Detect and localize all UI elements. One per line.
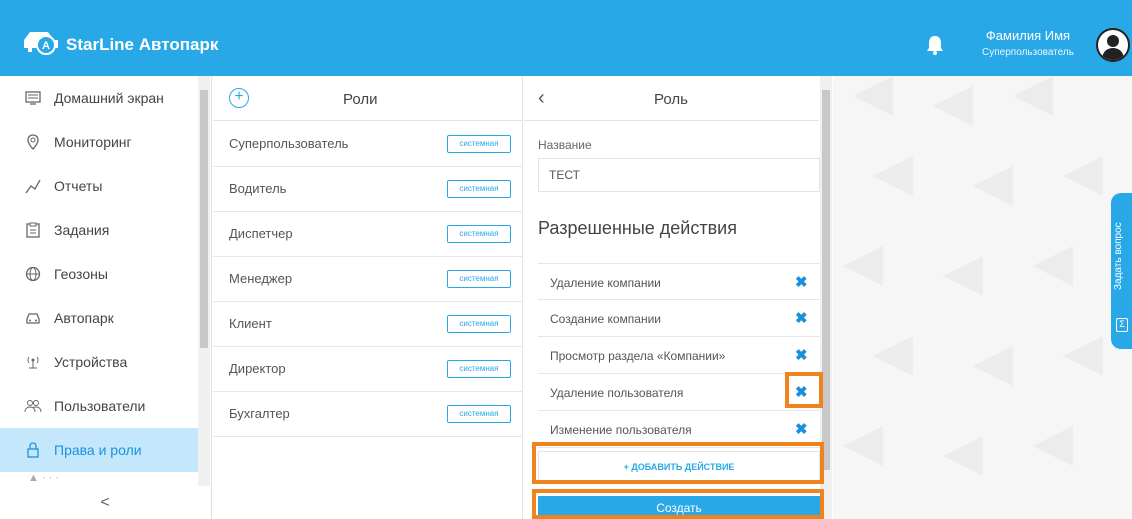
role-row[interactable]: Суперпользователь системная xyxy=(213,122,523,167)
sidebar-item-geozones[interactable]: Геозоны xyxy=(0,252,198,296)
role-row[interactable]: Бухгалтер системная xyxy=(213,392,523,437)
role-name-label: Название xyxy=(538,138,592,152)
user-role: Суперпользователь xyxy=(982,47,1074,58)
remove-permission-icon[interactable]: ✖ xyxy=(795,346,808,364)
role-row[interactable]: Диспетчер системная xyxy=(213,212,523,257)
system-badge: системная xyxy=(447,180,511,198)
add-role-icon[interactable]: + xyxy=(229,88,249,108)
permissions-heading: Разрешенные действия xyxy=(538,218,737,238)
permission-name: Просмотр раздела «Компании» xyxy=(550,349,726,363)
role-row[interactable]: Директор системная xyxy=(213,347,523,392)
ask-question-label: Задать вопрос xyxy=(1113,222,1124,290)
sidebar-scrollbar[interactable] xyxy=(198,76,210,486)
role-row[interactable]: Менеджер системная xyxy=(213,257,523,302)
app-title: StarLine Автопарк xyxy=(66,35,219,54)
highlight-remove-permission xyxy=(785,372,823,408)
sidebar-collapse-button[interactable]: < xyxy=(0,486,210,519)
detail-scrollbar-thumb[interactable] xyxy=(822,90,830,470)
sidebar-item-home[interactable]: Домашний экран xyxy=(0,76,198,120)
sidebar-item-label: Пользователи xyxy=(54,398,146,414)
role-name-input[interactable]: ТЕСТ xyxy=(538,158,820,192)
location-pin-icon xyxy=(18,134,48,150)
car-icon xyxy=(18,310,48,326)
permission-name: Удаление пользователя xyxy=(550,386,684,400)
role-detail-header: ‹ Роль xyxy=(524,76,819,121)
sidebar-item-label: Права и роли xyxy=(54,442,142,458)
roles-panel: + Роли Суперпользователь системная Водит… xyxy=(213,76,523,519)
permission-name: Удаление компании xyxy=(550,276,661,290)
svg-text:A: A xyxy=(42,40,50,52)
role-name: Клиент xyxy=(229,316,272,331)
sidebar-item-label: Автопарк xyxy=(54,310,114,326)
globe-icon xyxy=(18,266,48,282)
role-detail-title: Роль xyxy=(654,91,688,108)
clipboard-icon xyxy=(18,222,48,238)
back-chevron-icon[interactable]: ‹ xyxy=(538,87,545,110)
sidebar-item-users[interactable]: Пользователи xyxy=(0,384,198,428)
role-row[interactable]: Клиент системная xyxy=(213,302,523,347)
bell-icon[interactable] xyxy=(924,34,946,56)
sidebar-item-monitoring[interactable]: Мониторинг xyxy=(0,120,198,164)
sidebar-item-label: Устройства xyxy=(54,354,128,370)
sidebar-item-label: Геозоны xyxy=(54,266,108,282)
home-screen-icon xyxy=(18,90,48,106)
role-name: Диспетчер xyxy=(229,226,293,241)
lock-icon xyxy=(18,442,48,458)
highlight-add-action xyxy=(532,442,824,484)
top-bar: A StarLine Автопарк Фамилия Имя Суперпол… xyxy=(0,0,1132,76)
sidebar-item-reports[interactable]: Отчеты xyxy=(0,164,198,208)
background-pattern xyxy=(833,76,1132,519)
partial-sidebar-item: ▲ · · · xyxy=(28,472,60,484)
sidebar-item-label: Отчеты xyxy=(54,178,103,194)
permission-name: Изменение пользователя xyxy=(550,423,692,437)
highlight-create xyxy=(532,489,824,519)
sidebar-item-tasks[interactable]: Задания xyxy=(0,208,198,252)
sidebar-scrollbar-thumb[interactable] xyxy=(200,90,208,348)
remove-permission-icon[interactable]: ✖ xyxy=(795,420,808,438)
remove-permission-icon[interactable]: ✖ xyxy=(795,273,808,291)
role-name: Водитель xyxy=(229,181,287,196)
system-badge: системная xyxy=(447,360,511,378)
users-icon xyxy=(18,398,48,414)
sidebar-item-label: Мониторинг xyxy=(54,134,132,150)
avatar-icon[interactable] xyxy=(1096,28,1130,62)
sidebar: Домашний экран Мониторинг Отчеты Задания… xyxy=(0,76,212,519)
sidebar-item-fleet[interactable]: Автопарк xyxy=(0,296,198,340)
sigma-icon: Σ xyxy=(1116,318,1128,332)
system-badge: системная xyxy=(447,270,511,288)
system-badge: системная xyxy=(447,315,511,333)
role-name: Менеджер xyxy=(229,271,293,286)
sidebar-item-devices[interactable]: Устройства xyxy=(0,340,198,384)
permission-name: Создание компании xyxy=(550,312,661,326)
system-badge: системная xyxy=(447,405,511,423)
permission-row: Удаление пользователя ✖ xyxy=(538,374,820,411)
role-name: Директор xyxy=(229,361,286,376)
role-name: Бухгалтер xyxy=(229,406,290,421)
roles-header: + Роли xyxy=(213,76,523,121)
user-name[interactable]: Фамилия Имя xyxy=(978,28,1078,43)
system-badge: системная xyxy=(447,225,511,243)
system-badge: системная xyxy=(447,135,511,153)
permission-row: Удаление компании ✖ xyxy=(538,263,820,300)
role-name: Суперпользователь xyxy=(229,136,349,151)
antenna-icon xyxy=(18,354,48,370)
chart-line-icon xyxy=(18,178,48,194)
sidebar-item-label: Задания xyxy=(54,222,110,238)
permission-row: Создание компании ✖ xyxy=(538,300,820,337)
sidebar-item-rights-roles[interactable]: Права и роли xyxy=(0,428,198,472)
role-row[interactable]: Водитель системная xyxy=(213,167,523,212)
permission-row: Просмотр раздела «Компании» ✖ xyxy=(538,337,820,374)
remove-permission-icon[interactable]: ✖ xyxy=(795,309,808,327)
sidebar-item-label: Домашний экран xyxy=(54,90,164,106)
starline-logo-icon[interactable]: A xyxy=(22,28,62,58)
roles-title: Роли xyxy=(343,91,378,108)
